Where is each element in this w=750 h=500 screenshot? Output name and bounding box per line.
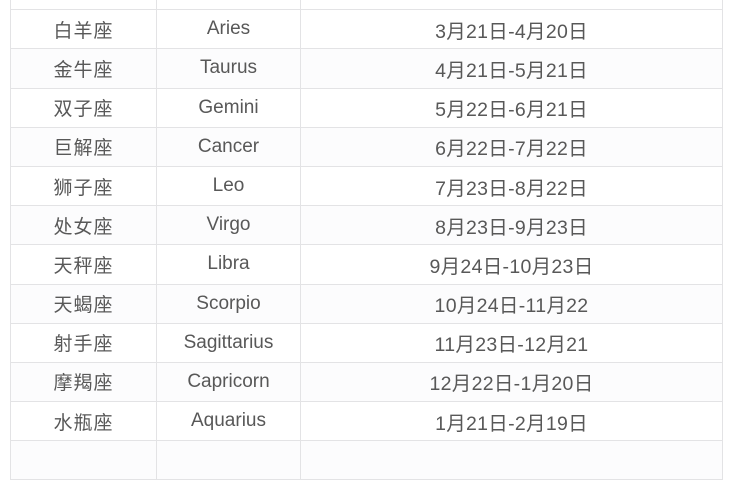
column-header-chinese-name: 星座 — [10, 0, 157, 11]
cell-chinese-name: 天蝎座 — [10, 283, 157, 324]
cell-chinese-name: 摩羯座 — [10, 361, 157, 403]
cell-english-name: Taurus — [156, 48, 301, 89]
cell-english-name: Libra — [156, 244, 301, 285]
cell-birth-date: 10月24日-11月22 — [300, 283, 723, 324]
table-row: 水瓶座 Aquarius 1月21日-2月19日 — [10, 401, 723, 442]
cell-chinese-name: 射手座 — [10, 322, 157, 363]
zodiac-table-container: 星座 英文名 出生日期（阳历） 白羊座 Aries 3月21日-4月20日 金牛… — [10, 0, 723, 481]
cell-birth-date: 8月23日-9月23日 — [300, 205, 723, 246]
cell-english-name: Aquarius — [156, 401, 301, 442]
cell-chinese-name: 双子座 — [10, 87, 157, 128]
cell-birth-date: 9月24日-10月23日 — [300, 244, 723, 285]
cell-chinese-name: 水瓶座 — [10, 401, 157, 442]
cell-chinese-name — [10, 440, 157, 481]
table-row: 巨解座 Cancer 6月22日-7月22日 — [10, 126, 723, 167]
table-row-partial — [10, 440, 723, 481]
cell-chinese-name: 金牛座 — [10, 48, 157, 89]
cell-english-name: Capricorn — [156, 361, 301, 403]
cell-birth-date: 3月21日-4月20日 — [300, 9, 723, 50]
cell-birth-date: 5月22日-6月21日 — [300, 87, 723, 128]
table-row: 摩羯座 Capricorn 12月22日-1月20日 — [10, 361, 723, 403]
cell-english-name: Aries — [156, 9, 301, 50]
table-row: 双子座 Gemini 5月22日-6月21日 — [10, 87, 723, 128]
table-row: 狮子座 Leo 7月23日-8月22日 — [10, 165, 723, 207]
zodiac-table: 星座 英文名 出生日期（阳历） 白羊座 Aries 3月21日-4月20日 金牛… — [10, 0, 723, 481]
table-row: 白羊座 Aries 3月21日-4月20日 — [10, 9, 723, 50]
cell-birth-date: 11月23日-12月21 — [300, 322, 723, 363]
table-row: 射手座 Sagittarius 11月23日-12月21 — [10, 322, 723, 363]
cell-birth-date — [300, 440, 723, 481]
table-header-row: 星座 英文名 出生日期（阳历） — [10, 0, 723, 11]
column-header-english-name: 英文名 — [156, 0, 301, 11]
cell-birth-date: 6月22日-7月22日 — [300, 126, 723, 167]
cell-birth-date: 4月21日-5月21日 — [300, 48, 723, 89]
cell-english-name: Leo — [156, 165, 301, 207]
cell-chinese-name: 白羊座 — [10, 9, 157, 50]
cell-chinese-name: 狮子座 — [10, 165, 157, 207]
table-row: 金牛座 Taurus 4月21日-5月21日 — [10, 48, 723, 89]
table-row: 天蝎座 Scorpio 10月24日-11月22 — [10, 283, 723, 324]
cell-english-name: Scorpio — [156, 283, 301, 324]
cell-chinese-name: 处女座 — [10, 205, 157, 246]
column-header-birth-date: 出生日期（阳历） — [300, 0, 723, 11]
table-header: 星座 英文名 出生日期（阳历） — [10, 0, 723, 11]
cell-english-name: Sagittarius — [156, 322, 301, 363]
table-row: 处女座 Virgo 8月23日-9月23日 — [10, 205, 723, 246]
table-body: 白羊座 Aries 3月21日-4月20日 金牛座 Taurus 4月21日-5… — [10, 9, 723, 481]
cell-chinese-name: 巨解座 — [10, 126, 157, 167]
cell-english-name: Gemini — [156, 87, 301, 128]
cell-english-name — [156, 440, 301, 481]
cell-english-name: Virgo — [156, 205, 301, 246]
table-row: 天秤座 Libra 9月24日-10月23日 — [10, 244, 723, 285]
cell-english-name: Cancer — [156, 126, 301, 167]
page-root: 星座 英文名 出生日期（阳历） 白羊座 Aries 3月21日-4月20日 金牛… — [0, 0, 750, 500]
cell-chinese-name: 天秤座 — [10, 244, 157, 285]
cell-birth-date: 7月23日-8月22日 — [300, 165, 723, 207]
cell-birth-date: 12月22日-1月20日 — [300, 361, 723, 403]
cell-birth-date: 1月21日-2月19日 — [300, 401, 723, 442]
